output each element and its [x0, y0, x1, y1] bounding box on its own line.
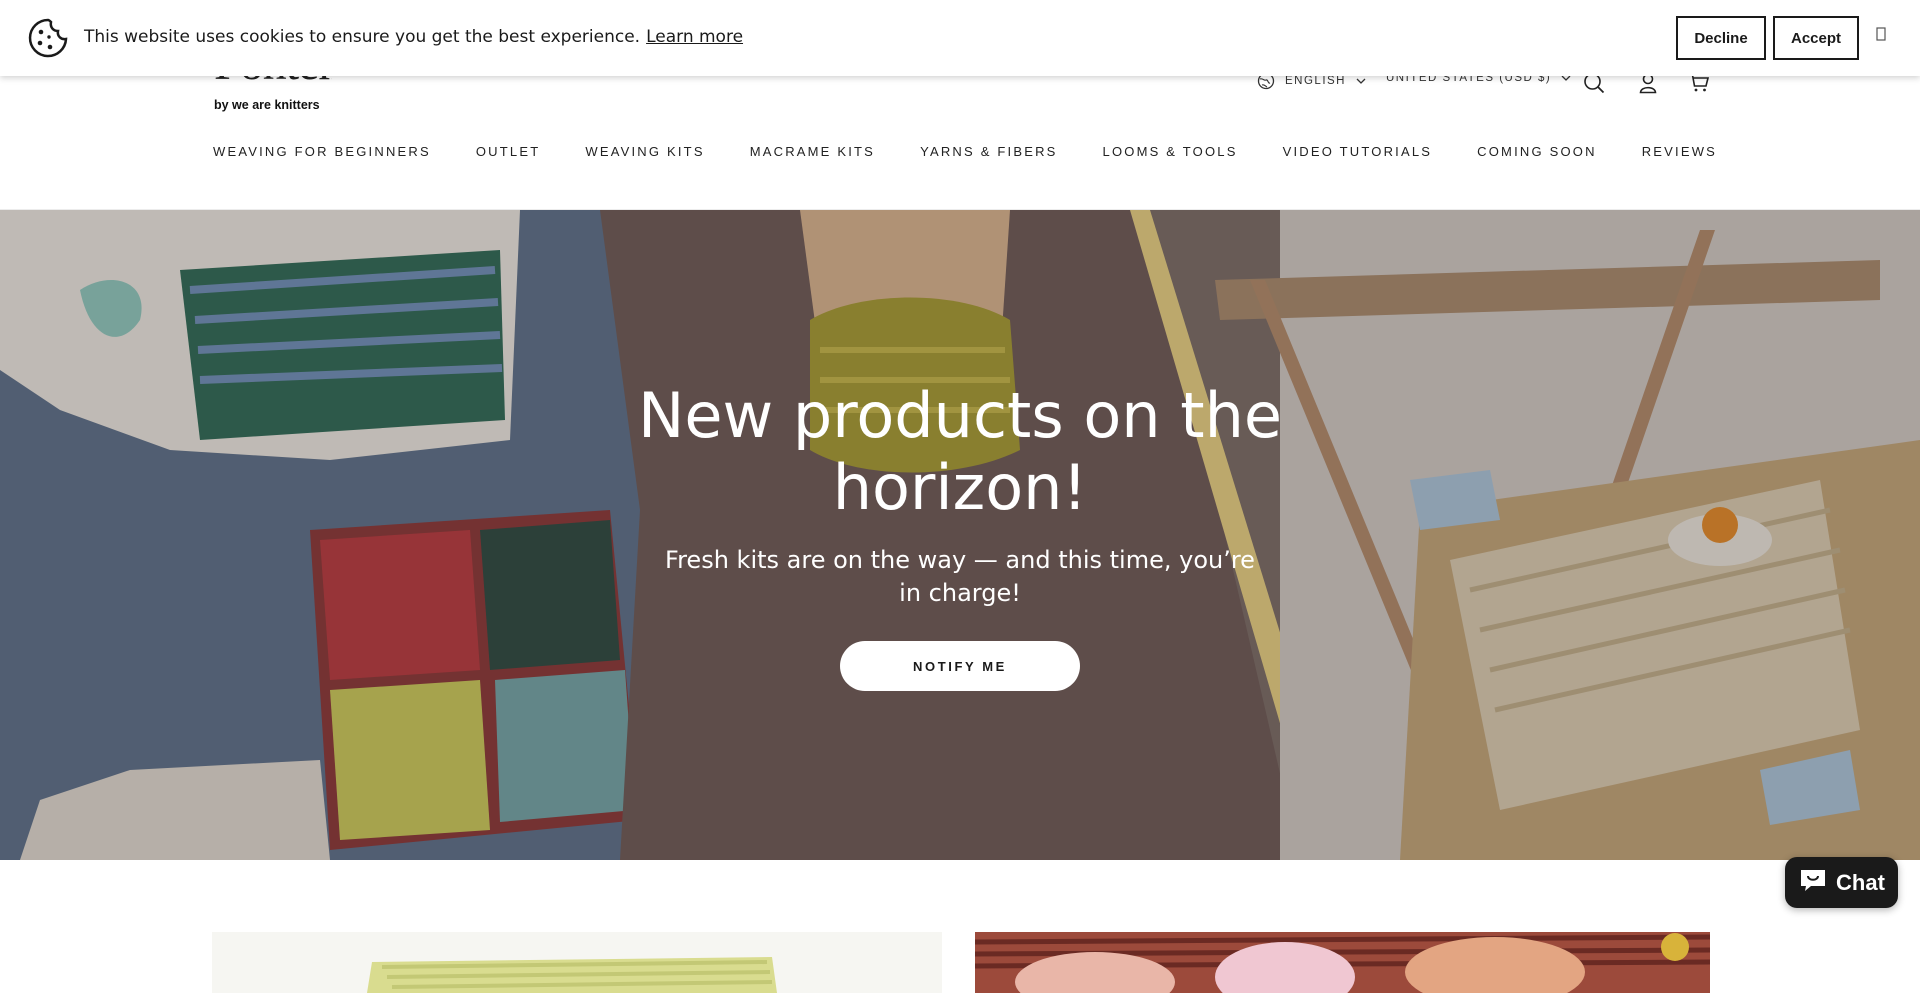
nav-item-video-tutorials[interactable]: VIDEO TUTORIALS [1283, 144, 1433, 159]
close-icon[interactable] [1876, 26, 1886, 45]
hero-banner: New products on the horizon! Fresh kits … [0, 210, 1920, 860]
nav-item-weaving-kits[interactable]: WEAVING KITS [585, 144, 704, 159]
decline-button[interactable]: Decline [1676, 16, 1766, 60]
nav-item-looms-tools[interactable]: LOOMS & TOOLS [1103, 144, 1238, 159]
language-label: ENGLISH [1285, 75, 1346, 87]
chat-icon [1798, 867, 1836, 899]
collection-image-left [212, 932, 942, 993]
hero-subtitle: Fresh kits are on the way — and this tim… [665, 546, 1255, 607]
notify-me-button[interactable]: NOTIFY ME [840, 641, 1080, 691]
nav-item-outlet[interactable]: OUTLET [476, 144, 540, 159]
nav-item-weaving-for-beginners[interactable]: WEAVING FOR BEGINNERS [213, 144, 431, 159]
chat-button[interactable]: Chat [1785, 857, 1898, 908]
collection-card-right[interactable] [975, 932, 1710, 993]
hero-overlay [0, 210, 1920, 860]
cookie-message: This website uses cookies to ensure you … [84, 27, 743, 47]
chat-label: Chat [1836, 869, 1885, 895]
accept-button[interactable]: Accept [1773, 16, 1859, 60]
main-navigation: WEAVING FOR BEGINNERS OUTLET WEAVING KIT… [213, 144, 1762, 159]
cookie-message-text: This website uses cookies to ensure you … [84, 27, 641, 47]
cookie-banner: This website uses cookies to ensure you … [0, 0, 1920, 76]
nav-item-reviews[interactable]: REVIEWS [1642, 144, 1717, 159]
cookie-icon [28, 18, 68, 58]
nav-item-yarns-fibers[interactable]: YARNS & FIBERS [920, 144, 1057, 159]
nav-item-coming-soon[interactable]: COMING SOON [1477, 144, 1597, 159]
collection-card-left[interactable] [212, 932, 942, 993]
chevron-down-icon [1356, 78, 1366, 84]
hero-title: New products on the horizon! [637, 379, 1283, 524]
collection-image-right [975, 932, 1710, 993]
logo-tagline: by we are knitters [214, 98, 320, 112]
nav-item-macrame-kits[interactable]: MACRAME KITS [750, 144, 875, 159]
learn-more-link[interactable]: Learn more [646, 27, 743, 47]
